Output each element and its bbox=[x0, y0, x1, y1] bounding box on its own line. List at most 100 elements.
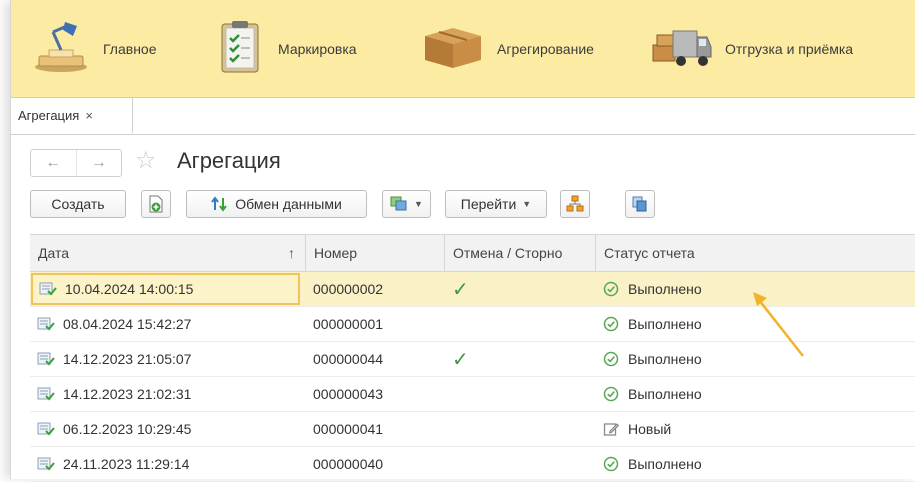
app-window: Главное Маркировка Агрегирование Отгрузк… bbox=[10, 0, 915, 482]
cell-cancel bbox=[452, 377, 597, 411]
goto-button[interactable]: Перейти ▼ bbox=[445, 190, 547, 218]
data-exchange-label: Обмен данными bbox=[235, 196, 342, 212]
table-row[interactable]: 24.11.2023 11:29:14 000000040 Выполнено bbox=[30, 447, 915, 482]
hierarchy-icon bbox=[566, 195, 584, 212]
truck-icon bbox=[651, 21, 713, 76]
column-title: Статус отчета bbox=[604, 245, 695, 261]
create-button[interactable]: Создать bbox=[30, 190, 126, 218]
section-label: Главное bbox=[103, 40, 157, 57]
checkmark-icon: ✓ bbox=[452, 278, 469, 301]
cell-date: 10.04.2024 14:00:15 bbox=[31, 273, 300, 305]
section-label: Отгрузка и приёмка bbox=[725, 40, 854, 57]
cell-date: 14.12.2023 21:02:31 bbox=[30, 377, 301, 411]
cell-status: Новый bbox=[603, 412, 903, 446]
exchange-arrows-icon bbox=[211, 196, 228, 212]
cell-date: 06.12.2023 10:29:45 bbox=[30, 412, 301, 446]
cell-status: Выполнено bbox=[603, 377, 903, 411]
tab-aggregation[interactable]: Агрегация × bbox=[11, 98, 133, 133]
cell-number: 000000043 bbox=[313, 386, 384, 402]
tab-label: Агрегация bbox=[18, 108, 80, 123]
document-posted-icon bbox=[37, 422, 55, 436]
create-button-label: Создать bbox=[51, 196, 105, 212]
chevron-down-icon: ▼ bbox=[414, 199, 423, 209]
cell-cancel bbox=[452, 447, 597, 481]
structure-button[interactable] bbox=[560, 190, 590, 218]
status-text: Выполнено bbox=[628, 281, 702, 297]
copy-icon bbox=[632, 196, 647, 212]
cell-number: 000000041 bbox=[313, 421, 384, 437]
date-text: 14.12.2023 21:05:07 bbox=[63, 351, 192, 367]
create-by-copy-button[interactable] bbox=[141, 190, 171, 218]
clipboard-check-icon bbox=[216, 18, 266, 79]
cell-cancel: ✓ bbox=[452, 272, 597, 306]
table-header: Дата ↑ Номер Отмена / Сторно Статус отче… bbox=[30, 234, 915, 272]
status-text: Выполнено bbox=[628, 351, 702, 367]
cell-number: 000000002 bbox=[313, 281, 384, 297]
date-text: 06.12.2023 10:29:45 bbox=[63, 421, 192, 437]
section-marking[interactable]: Маркировка bbox=[216, 0, 357, 97]
data-exchange-button[interactable]: Обмен данными bbox=[186, 190, 367, 218]
check-circle-icon bbox=[603, 316, 619, 332]
section-label: Агрегирование bbox=[497, 40, 594, 57]
cell-status: Выполнено bbox=[603, 447, 903, 481]
close-icon[interactable]: × bbox=[85, 108, 93, 123]
desk-lamp-icon bbox=[31, 20, 91, 78]
check-circle-icon bbox=[603, 281, 619, 297]
page-title: Агрегация bbox=[177, 148, 281, 173]
box-icon bbox=[421, 22, 485, 75]
column-title: Номер bbox=[314, 245, 358, 261]
cell-number: 000000040 bbox=[313, 456, 384, 472]
copy-green-icon bbox=[390, 196, 407, 211]
status-text: Выполнено bbox=[628, 456, 702, 472]
document-posted-icon bbox=[37, 457, 55, 471]
column-header-number[interactable]: Номер bbox=[305, 235, 444, 271]
table-row[interactable]: 06.12.2023 10:29:45 000000041 Новый bbox=[30, 412, 915, 447]
date-text: 08.04.2024 15:42:27 bbox=[63, 316, 192, 332]
cell-date: 08.04.2024 15:42:27 bbox=[30, 307, 301, 341]
goto-label: Перейти bbox=[460, 196, 517, 212]
check-circle-icon bbox=[603, 351, 619, 367]
back-arrow-icon[interactable]: ← bbox=[31, 150, 76, 176]
annotation-arrow bbox=[753, 292, 804, 357]
fill-dropdown-button[interactable]: ▼ bbox=[382, 190, 431, 218]
document-posted-icon bbox=[37, 387, 55, 401]
table-row[interactable]: 14.12.2023 21:02:31 000000043 Выполнено bbox=[30, 377, 915, 412]
checkmark-icon: ✓ bbox=[452, 348, 469, 371]
column-header-date[interactable]: Дата ↑ bbox=[30, 235, 301, 271]
section-label: Маркировка bbox=[278, 40, 357, 57]
document-posted-icon bbox=[37, 317, 55, 331]
cell-date: 24.11.2023 11:29:14 bbox=[30, 447, 301, 481]
cell-cancel bbox=[452, 307, 597, 341]
date-text: 10.04.2024 14:00:15 bbox=[65, 281, 194, 297]
check-circle-icon bbox=[603, 456, 619, 472]
edit-icon bbox=[603, 421, 620, 437]
column-title: Дата bbox=[38, 245, 70, 261]
chevron-down-icon: ▼ bbox=[522, 199, 532, 209]
cell-date: 14.12.2023 21:05:07 bbox=[30, 342, 301, 376]
status-text: Выполнено bbox=[628, 316, 702, 332]
document-posted-icon bbox=[37, 352, 55, 366]
cell-cancel: ✓ bbox=[452, 342, 597, 376]
section-shipping[interactable]: Отгрузка и приёмка bbox=[651, 0, 853, 97]
add-document-icon bbox=[149, 195, 163, 213]
status-text: Выполнено bbox=[628, 386, 702, 402]
forward-arrow-icon[interactable]: → bbox=[75, 150, 122, 176]
favorite-star-icon[interactable]: ☆ bbox=[135, 147, 157, 175]
history-nav: ← → bbox=[30, 149, 122, 177]
section-main[interactable]: Главное bbox=[31, 0, 157, 97]
section-aggregation[interactable]: Агрегирование bbox=[421, 0, 594, 97]
column-header-status[interactable]: Статус отчета bbox=[595, 235, 915, 271]
cell-cancel bbox=[452, 412, 597, 446]
document-posted-icon bbox=[39, 282, 57, 296]
sections-panel: Главное Маркировка Агрегирование Отгрузк… bbox=[11, 0, 915, 98]
date-text: 24.11.2023 11:29:14 bbox=[63, 456, 190, 472]
column-title: Отмена / Сторно bbox=[453, 245, 563, 261]
date-text: 14.12.2023 21:02:31 bbox=[63, 386, 192, 402]
cell-number: 000000044 bbox=[313, 351, 384, 367]
copy-button[interactable] bbox=[625, 190, 655, 218]
sort-asc-icon: ↑ bbox=[288, 245, 295, 261]
cell-number: 000000001 bbox=[313, 316, 384, 332]
column-header-cancel[interactable]: Отмена / Сторно bbox=[444, 235, 595, 271]
check-circle-icon bbox=[603, 386, 619, 402]
status-text: Новый bbox=[628, 421, 672, 437]
